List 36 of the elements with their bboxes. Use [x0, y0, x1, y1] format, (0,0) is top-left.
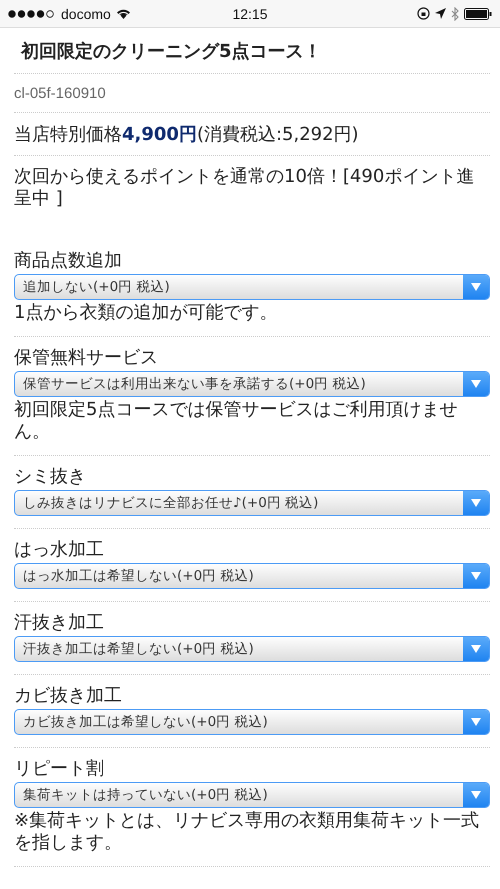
option-select[interactable]: 保管サービスは利用出来ない事を承諾する(+0円 税込)	[14, 371, 490, 397]
option-select[interactable]: カビ抜き加工は希望しない(+0円 税込)	[14, 709, 490, 735]
dropdown-arrow-icon	[471, 791, 481, 799]
points-text: 次回から使えるポイントを通常の10倍！[490ポイント進呈中 ]	[14, 165, 476, 211]
product-title: 初回限定のクリーニング5点コース！	[20, 40, 323, 64]
option-label: 保管無料サービス	[14, 347, 159, 369]
product-code: cl-05f-160910	[14, 84, 106, 102]
option-select[interactable]: 汗抜き加工は希望しない(+0円 税込)	[14, 636, 490, 662]
dropdown-arrow-icon	[471, 572, 481, 580]
dropdown-arrow-icon	[471, 380, 481, 388]
option-label: カビ抜き加工	[14, 685, 123, 707]
option-select[interactable]: はっ水加工は希望しない(+0円 税込)	[14, 563, 490, 589]
wifi-icon	[116, 8, 131, 19]
dropdown-arrow-icon	[471, 283, 481, 291]
option-note: ※集荷キットとは、リナビス専用の衣類用集荷キット一式を指します。	[14, 810, 480, 854]
carrier-name: docomo	[61, 6, 111, 22]
dropdown-arrow-icon	[471, 499, 481, 507]
dropdown-arrow-icon	[471, 718, 481, 726]
option-label: 汗抜き加工	[14, 612, 105, 634]
option-note: 初回限定5点コースでは保管サービスはご利用頂けません。	[14, 399, 458, 443]
option-label: リピート割	[14, 758, 105, 780]
option-label: はっ水加工	[14, 539, 105, 561]
option-select[interactable]: しみ抜きはリナビスに全部お任せ♪(+0円 税込)	[14, 490, 490, 516]
location-icon	[434, 8, 446, 19]
option-note: 1点から衣類の追加が可能です。	[14, 302, 278, 324]
clock-time: 12:15	[232, 6, 268, 22]
rotation-lock-icon	[416, 7, 430, 20]
dropdown-arrow-icon	[471, 645, 481, 653]
option-label: シミ抜き	[14, 466, 87, 488]
price-text: 当店特別価格4,900円(消費税込:5,292円)	[14, 123, 359, 146]
option-select[interactable]: 追加しない(+0円 税込)	[14, 274, 490, 300]
signal-icon	[8, 10, 56, 18]
option-select[interactable]: 集荷キットは持っていない(+0円 税込)	[14, 782, 490, 808]
option-label: 商品点数追加	[14, 250, 123, 272]
battery-icon	[464, 8, 492, 20]
bluetooth-icon	[450, 6, 459, 20]
